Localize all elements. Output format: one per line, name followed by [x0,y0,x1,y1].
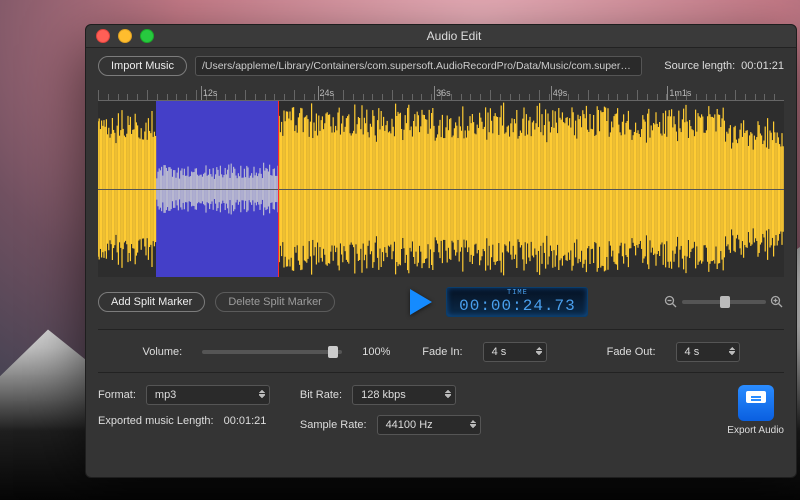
time-ruler[interactable]: 12s24s36s49s1m1s [98,86,784,101]
import-music-button[interactable]: Import Music [98,56,187,76]
volume-slider[interactable] [202,350,342,354]
transport-controls: Add Split Marker Delete Split Marker TIM… [98,287,784,317]
volume-value: 100% [362,346,402,358]
toolbar: Import Music /Users/appleme/Library/Cont… [86,48,796,82]
bitrate-select[interactable]: 128 kbps [352,385,456,405]
export-icon [738,385,774,421]
samplerate-select[interactable]: 44100 Hz [377,415,481,435]
close-icon[interactable] [96,29,110,43]
zoom-slider[interactable] [682,300,766,304]
file-path-field[interactable]: /Users/appleme/Library/Containers/com.su… [195,56,642,76]
fade-in-label: Fade In: [422,346,462,358]
fade-in-select[interactable]: 4 s [483,342,547,362]
samplerate-label: Sample Rate: [300,419,367,431]
format-label: Format: [98,389,136,401]
add-split-marker-button[interactable]: Add Split Marker [98,292,205,312]
bitrate-label: Bit Rate: [300,389,342,401]
source-length-label: Source length:00:01:21 [658,60,784,72]
format-select[interactable]: mp3 [146,385,270,405]
playhead[interactable] [278,101,279,277]
fade-out-select[interactable]: 4 s [676,342,740,362]
window-title: Audio Edit [112,29,796,43]
play-button[interactable] [410,289,432,315]
time-display: TIME 00:00:24.73 [446,287,588,317]
titlebar[interactable]: Audio Edit [86,25,796,48]
app-window: Audio Edit Import Music /Users/appleme/L… [85,24,797,478]
exported-length-value: 00:01:21 [224,415,267,427]
waveform-area[interactable] [98,101,784,277]
exported-length-label: Exported music Length: [98,415,214,427]
zoom-out-icon[interactable] [664,295,678,309]
waveform-midline [98,189,784,190]
zoom-in-icon[interactable] [770,295,784,309]
zoom-controls [664,295,784,309]
export-audio-button[interactable]: Export Audio [727,385,784,436]
volume-label: Volume: [142,346,182,358]
delete-split-marker-button[interactable]: Delete Split Marker [215,292,335,312]
fade-out-label: Fade Out: [607,346,656,358]
